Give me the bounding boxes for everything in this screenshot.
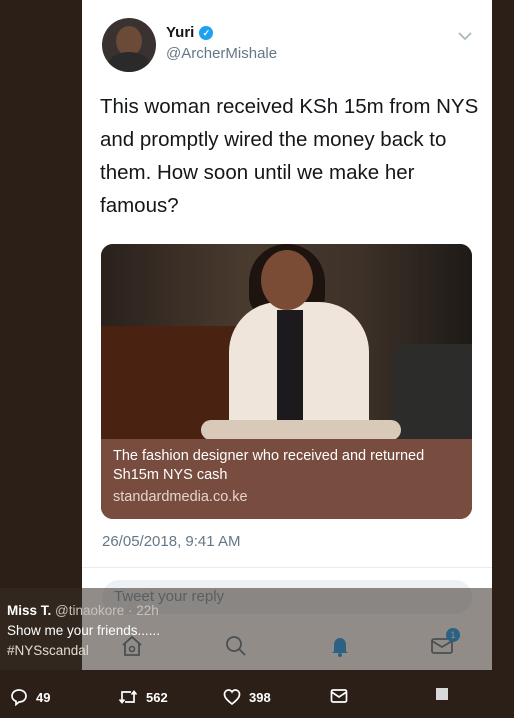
link-preview-caption[interactable]: The fashion designer who received and re…	[101, 439, 472, 519]
photo-top	[277, 310, 303, 420]
overlay-user-handle[interactable]: @tinaokore	[55, 603, 124, 618]
tweet-card: Yuri ✓ @ArcherMishale This woman receive…	[82, 0, 492, 670]
reply-count: 49	[36, 689, 51, 705]
like-count: 398	[249, 689, 271, 705]
link-preview-card[interactable]: The fashion designer who received and re…	[101, 244, 472, 519]
overlay-user-name[interactable]: Miss T.	[7, 603, 51, 618]
direct-message-button[interactable]	[330, 688, 348, 704]
overlay-hashtag[interactable]: #NYSscandal	[7, 641, 160, 661]
overlay-tweet[interactable]: Miss T. @tinaokore · 22h Show me your fr…	[7, 601, 160, 661]
overlay-time: · 22h	[128, 603, 159, 618]
photo-chair	[392, 344, 472, 439]
tweet-actions: 49 562 398	[0, 688, 514, 712]
retweet-button[interactable]: 562	[118, 688, 168, 706]
retweet-count: 562	[146, 689, 168, 705]
display-name[interactable]: Yuri	[166, 24, 194, 41]
overlay-header: Miss T. @tinaokore · 22h	[7, 601, 160, 621]
more-options-button[interactable]	[436, 688, 448, 700]
photo-head	[261, 250, 313, 310]
heart-icon	[223, 689, 241, 706]
user-handle[interactable]: @ArcherMishale	[166, 45, 277, 62]
overlay-text-line: Show me your friends......	[7, 623, 161, 638]
avatar-body	[108, 52, 150, 72]
avatar[interactable]	[102, 18, 156, 72]
tweet-text: This woman received KSh 15m from NYS and…	[100, 95, 479, 217]
chevron-down-icon[interactable]	[458, 28, 472, 44]
verified-badge-icon: ✓	[199, 25, 214, 40]
photo-arms	[201, 420, 401, 440]
reply-button[interactable]: 49	[10, 688, 50, 706]
author-name-row[interactable]: Yuri ✓	[166, 24, 214, 41]
divider	[82, 567, 492, 568]
reply-icon	[11, 689, 27, 706]
like-button[interactable]: 398	[223, 688, 271, 706]
retweet-icon	[118, 690, 138, 704]
envelope-icon	[330, 689, 348, 703]
link-preview-title: The fashion designer who received and re…	[113, 448, 425, 483]
more-square-icon	[436, 688, 448, 700]
link-preview-domain: standardmedia.co.ke	[113, 489, 248, 505]
tweet-timestamp[interactable]: 26/05/2018, 9:41 AM	[102, 533, 240, 550]
link-preview-image[interactable]	[101, 244, 472, 440]
